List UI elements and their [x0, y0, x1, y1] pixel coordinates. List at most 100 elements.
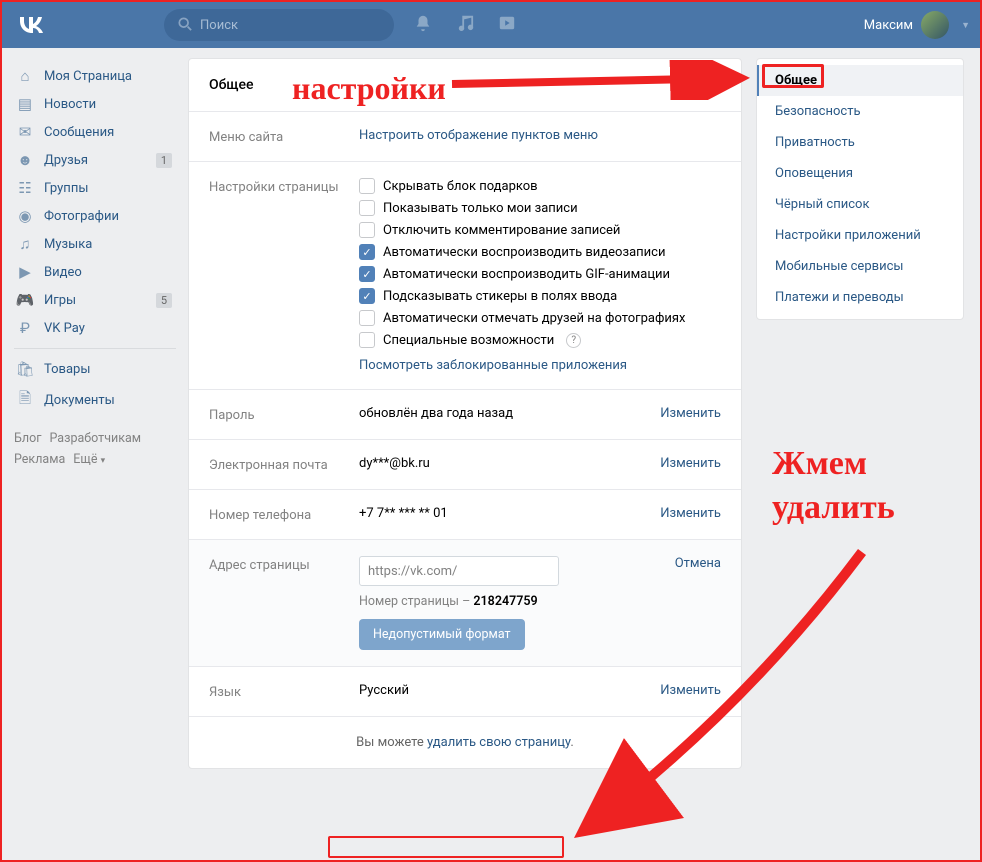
photos-icon: ◉: [16, 207, 34, 225]
checkbox-label: Показывать только мои записи: [383, 201, 578, 216]
news-icon: ▤: [16, 95, 34, 113]
checkbox-label: Скрывать блок подарков: [383, 179, 538, 194]
lang-change-link[interactable]: Изменить: [660, 683, 721, 700]
email-label: Электронная почта: [209, 456, 359, 473]
sidebar-item-friends[interactable]: ☻ Друзья 1: [14, 146, 176, 174]
video-icon: ▶: [16, 263, 34, 281]
checkbox-option-0[interactable]: Скрывать блок подарков: [359, 178, 721, 194]
chevron-down-icon: ▼: [961, 20, 970, 31]
side-label: Игры: [44, 293, 76, 308]
checkbox-option-7[interactable]: Специальные возможности?: [359, 332, 721, 348]
page-num-prefix: Номер страницы –: [359, 594, 473, 609]
msg-icon: ✉: [16, 123, 34, 141]
checkbox-label: Подсказывать стикеры в полях ввода: [383, 289, 617, 304]
page-settings-label: Настройки страницы: [209, 178, 359, 373]
top-header: Максим ▼: [2, 2, 980, 48]
nav-blacklist[interactable]: Чёрный список: [757, 189, 963, 220]
groups-icon: ☷: [16, 179, 34, 197]
home-icon: ⌂: [16, 67, 34, 85]
footer-blog[interactable]: Блог: [14, 431, 41, 446]
avatar: [921, 11, 949, 39]
friends-badge: 1: [156, 153, 172, 168]
menu-config-link[interactable]: Настроить отображение пунктов меню: [359, 128, 598, 143]
checkbox-icon: [359, 332, 375, 348]
search-icon: [178, 16, 192, 35]
music-icon[interactable]: [456, 14, 474, 36]
footer-dev[interactable]: Разработчикам: [49, 431, 141, 446]
annotation-box-delete: [328, 836, 564, 858]
nav-notifications[interactable]: Оповещения: [757, 158, 963, 189]
email-value: dy***@bk.ru: [359, 456, 660, 473]
nav-mobile[interactable]: Мобильные сервисы: [757, 251, 963, 282]
sidebar-item-vkpay[interactable]: ₽VK Pay: [14, 314, 176, 342]
checkbox-option-6[interactable]: Автоматически отмечать друзей на фотогра…: [359, 310, 721, 326]
email-change-link[interactable]: Изменить: [660, 456, 721, 473]
checkbox-label: Автоматически воспроизводить видеозаписи: [383, 245, 665, 260]
sidebar-item-photos[interactable]: ◉ Фотографии: [14, 202, 176, 230]
blocked-apps-link[interactable]: Посмотреть заблокированные приложения: [359, 358, 721, 373]
password-change-link[interactable]: Изменить: [660, 406, 721, 423]
sidebar-item-profile[interactable]: ⌂ Моя Страница: [14, 62, 176, 90]
footer-more[interactable]: Ещё ▾: [73, 452, 105, 467]
vk-logo[interactable]: [18, 17, 44, 33]
games-badge: 5: [156, 293, 172, 308]
nav-security[interactable]: Безопасность: [757, 96, 963, 127]
address-label: Адрес страницы: [209, 556, 359, 650]
password-value: обновлён два года назад: [359, 406, 660, 423]
nav-app-settings[interactable]: Настройки приложений: [757, 220, 963, 251]
side-label: Моя Страница: [44, 69, 132, 84]
checkbox-option-1[interactable]: Показывать только мои записи: [359, 200, 721, 216]
sidebar-item-games[interactable]: 🎮 Игры 5: [14, 286, 176, 314]
settings-panel: Общее Меню сайта Настроить отображение п…: [188, 58, 742, 769]
settings-title: Общее: [189, 59, 741, 112]
checkbox-option-4[interactable]: ✓Автоматически воспроизводить GIF-анимац…: [359, 266, 721, 282]
password-label: Пароль: [209, 406, 359, 423]
help-icon[interactable]: ?: [566, 333, 581, 348]
sidebar-item-groups[interactable]: ☷ Группы: [14, 174, 176, 202]
play-icon[interactable]: [498, 14, 516, 36]
checkbox-option-5[interactable]: ✓ Подсказывать стикеры в полях ввода: [359, 288, 721, 304]
lang-label: Язык: [209, 683, 359, 700]
market-icon: 🛍: [16, 360, 34, 378]
side-label: Друзья: [44, 153, 88, 168]
sidebar-item-news[interactable]: ▤ Новости: [14, 90, 176, 118]
checkbox-label: Автоматически отмечать друзей на фотогра…: [383, 311, 685, 326]
friends-icon: ☻: [16, 151, 34, 169]
checkbox-option-2[interactable]: Отключить комментирование записей: [359, 222, 721, 238]
games-icon: 🎮: [16, 291, 34, 309]
left-sidebar: ⌂ Моя Страница ▤ Новости ✉Сообщения ☻ Друзь…: [14, 58, 176, 769]
pay-icon: ₽: [16, 319, 34, 337]
user-menu[interactable]: Максим ▼: [864, 11, 970, 39]
sidebar-footer: Блог Разработчикам Реклама Ещё ▾: [14, 428, 176, 471]
side-label: Фотографии: [44, 209, 119, 224]
search-input[interactable]: [200, 18, 380, 33]
checkbox-icon: [359, 222, 375, 238]
username-label: Максим: [864, 18, 913, 33]
bell-icon[interactable]: [414, 14, 432, 36]
nav-payments[interactable]: Платежи и переводы: [757, 282, 963, 313]
side-label: Группы: [44, 181, 88, 196]
checkbox-label: Отключить комментирование записей: [383, 223, 620, 238]
menu-label: Меню сайта: [209, 128, 359, 145]
sidebar-item-market[interactable]: 🛍Товары: [14, 355, 176, 383]
checkbox-icon: [359, 310, 375, 326]
address-input[interactable]: [359, 556, 559, 586]
sidebar-item-music[interactable]: ♫Музыка: [14, 230, 176, 258]
sidebar-item-docs[interactable]: 🗎Документы: [14, 383, 176, 418]
delete-page-link[interactable]: удалить свою страницу: [427, 735, 570, 750]
checkbox-option-3[interactable]: ✓Автоматически воспроизводить видеозапис…: [359, 244, 721, 260]
search-box[interactable]: [164, 9, 394, 41]
phone-value: +7 7** *** ** 01: [359, 506, 660, 523]
footer-ads[interactable]: Реклама: [14, 452, 65, 467]
address-cancel-link[interactable]: Отмена: [675, 556, 721, 650]
annotation-box-general: [762, 64, 824, 88]
sidebar-item-video[interactable]: ▶Видео: [14, 258, 176, 286]
settings-nav: Общее Безопасность Приватность Оповещени…: [756, 58, 964, 320]
checkbox-label: Специальные возможности: [383, 333, 554, 348]
checkbox-icon: ✓: [359, 288, 375, 304]
invalid-format-button[interactable]: Недопустимый формат: [359, 619, 525, 650]
phone-change-link[interactable]: Изменить: [660, 506, 721, 523]
sidebar-item-messages[interactable]: ✉Сообщения: [14, 118, 176, 146]
nav-privacy[interactable]: Приватность: [757, 127, 963, 158]
side-label: Новости: [44, 97, 96, 112]
